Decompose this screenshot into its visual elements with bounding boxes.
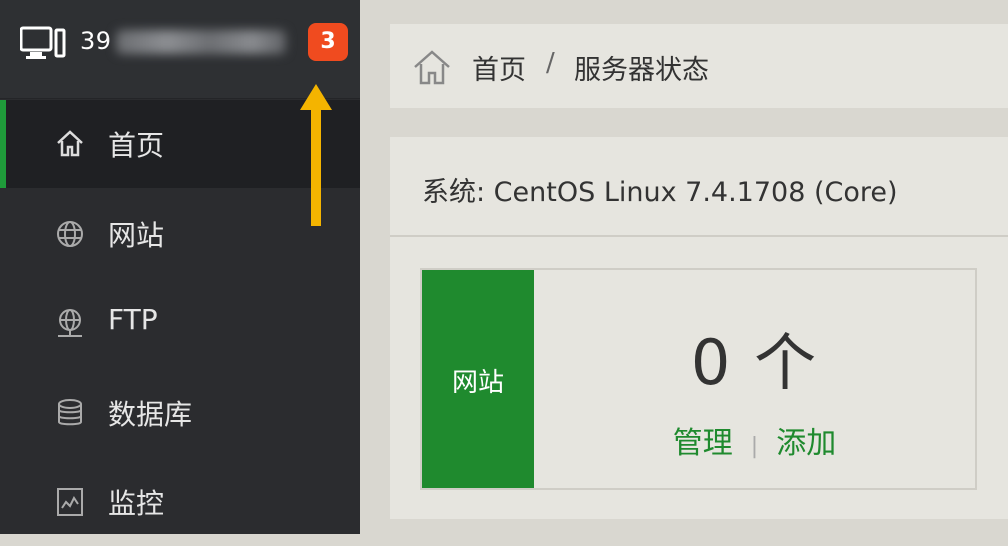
home-icon[interactable]	[412, 48, 452, 86]
sidebar-item-ftp[interactable]: FTP	[0, 279, 360, 367]
card-title: 网站	[451, 368, 504, 398]
database-icon	[58, 399, 82, 426]
breadcrumb-separator: /	[546, 48, 555, 78]
sidebar-item-label: 首页	[108, 129, 165, 162]
sidebar-item-label: 监控	[108, 487, 165, 520]
annotation-arrow	[300, 84, 332, 226]
home-icon	[57, 130, 83, 157]
card-title-block: 网站	[422, 270, 534, 488]
ip-redaction	[115, 30, 286, 54]
sidebar-item-label: 网站	[108, 219, 165, 252]
breadcrumb: 首页 / 服务器状态	[390, 24, 1008, 108]
sidebar-item-database[interactable]: 数据库	[0, 369, 360, 457]
sidebar-item-monitor[interactable]: 监控	[0, 458, 360, 546]
server-ip-text: 39	[80, 27, 112, 55]
globe-icon	[57, 221, 83, 247]
manage-link[interactable]: 管理	[673, 426, 733, 461]
notification-badge[interactable]: 3	[308, 23, 348, 61]
panel-header: 系统: CentOS Linux 7.4.1708 (Core)	[390, 137, 1008, 237]
website-card: 网站 0 个 管理 | 添加	[420, 268, 977, 490]
sidebar-item-label: FTP	[108, 303, 158, 336]
monitor-chart-icon	[57, 488, 83, 516]
server-ip: 39	[80, 27, 286, 55]
breadcrumb-home-link[interactable]: 首页	[472, 48, 526, 87]
action-divider: |	[750, 434, 759, 459]
website-count: 0 个	[690, 326, 819, 399]
add-link[interactable]: 添加	[776, 426, 836, 461]
ftp-icon	[58, 309, 82, 337]
computer-icon	[20, 26, 66, 59]
server-status-panel: 系统: CentOS Linux 7.4.1708 (Core) 网站 0 个 …	[390, 137, 1008, 519]
card-actions: 管理 | 添加	[534, 418, 975, 462]
sidebar-item-label: 数据库	[108, 398, 193, 431]
system-info: 系统: CentOS Linux 7.4.1708 (Core)	[422, 177, 898, 208]
breadcrumb-current: 服务器状态	[574, 55, 709, 86]
